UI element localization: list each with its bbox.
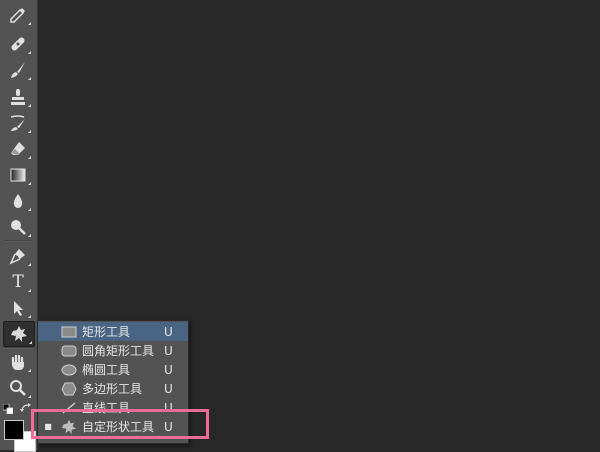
- zoom-tool[interactable]: [3, 376, 33, 400]
- eyedropper-tool[interactable]: [3, 3, 33, 27]
- flyout-item-label: 直线工具: [82, 401, 131, 415]
- healing-brush-icon: [11, 37, 25, 51]
- foreground-color-swatch[interactable]: [4, 420, 24, 440]
- shortcut-key: U: [164, 400, 173, 415]
- line-icon: [58, 400, 80, 416]
- ellipse-icon: [58, 362, 80, 378]
- flyout-item-line[interactable]: 直线工具 U: [38, 398, 188, 417]
- eraser-icon: [11, 142, 25, 155]
- flyout-item-label: 圆角矩形工具: [82, 344, 155, 358]
- eraser-tool[interactable]: [3, 137, 33, 161]
- flyout-item-rectangle[interactable]: 矩形工具 U: [38, 322, 188, 341]
- type-tool[interactable]: T: [3, 270, 33, 294]
- swap-colors-icon[interactable]: [20, 403, 32, 413]
- custom-shape-icon: [11, 326, 27, 342]
- dodge-icon: [11, 220, 26, 235]
- brush-icon: [11, 62, 25, 78]
- zoom-icon: [10, 380, 26, 396]
- flyout-item-label: 椭圆工具: [82, 363, 131, 377]
- brush-tool[interactable]: [3, 58, 33, 82]
- blur-icon: [13, 194, 23, 208]
- pen-icon: [9, 249, 25, 265]
- default-colors-icon[interactable]: [3, 404, 13, 414]
- toolbar-separator: [4, 240, 32, 242]
- clone-stamp-tool[interactable]: [3, 85, 33, 109]
- toolbar-separator: [4, 347, 32, 349]
- path-selection-icon: [14, 301, 23, 316]
- flyout-item-polygon[interactable]: 多边形工具 U: [38, 379, 188, 398]
- eyedropper-icon: [10, 8, 25, 23]
- hand-icon: [11, 354, 24, 370]
- shortcut-key: U: [164, 419, 173, 434]
- custom-shape-icon: [58, 419, 80, 435]
- shortcut-key: U: [164, 324, 173, 339]
- selected-marker: ■: [44, 422, 52, 431]
- gradient-icon: [10, 168, 26, 182]
- dodge-tool[interactable]: [3, 215, 33, 239]
- history-brush-icon: [10, 115, 25, 131]
- shortcut-key: U: [164, 362, 173, 377]
- flyout-item-label: 矩形工具: [82, 325, 131, 339]
- gradient-tool[interactable]: [3, 163, 33, 187]
- type-icon: T: [12, 272, 24, 292]
- shortcut-key: U: [164, 381, 173, 396]
- tools-panel: T: [0, 0, 38, 452]
- shape-tools-flyout-menu: 矩形工具 U 圆角矩形工具 U 椭圆工具 U 多边形工具 U 直线工具 U ■ …: [37, 320, 189, 444]
- custom-shape-tool[interactable]: [3, 321, 35, 347]
- rectangle-icon: [58, 324, 80, 340]
- pen-tool[interactable]: [3, 244, 33, 268]
- blur-tool[interactable]: [3, 189, 33, 213]
- flyout-item-rounded-rectangle[interactable]: 圆角矩形工具 U: [38, 341, 188, 360]
- path-selection-tool[interactable]: [3, 296, 33, 320]
- flyout-item-ellipse[interactable]: 椭圆工具 U: [38, 360, 188, 379]
- healing-brush-tool[interactable]: [3, 32, 33, 56]
- flyout-item-label: 自定形状工具: [82, 420, 155, 434]
- history-brush-tool[interactable]: [3, 111, 33, 135]
- shortcut-key: U: [164, 343, 173, 358]
- clone-stamp-icon: [11, 89, 25, 105]
- rounded-rectangle-icon: [58, 343, 80, 359]
- hand-tool[interactable]: [3, 350, 33, 374]
- flyout-item-custom-shape[interactable]: ■ 自定形状工具 U: [38, 417, 188, 436]
- flyout-item-label: 多边形工具: [82, 382, 143, 396]
- polygon-icon: [58, 381, 80, 397]
